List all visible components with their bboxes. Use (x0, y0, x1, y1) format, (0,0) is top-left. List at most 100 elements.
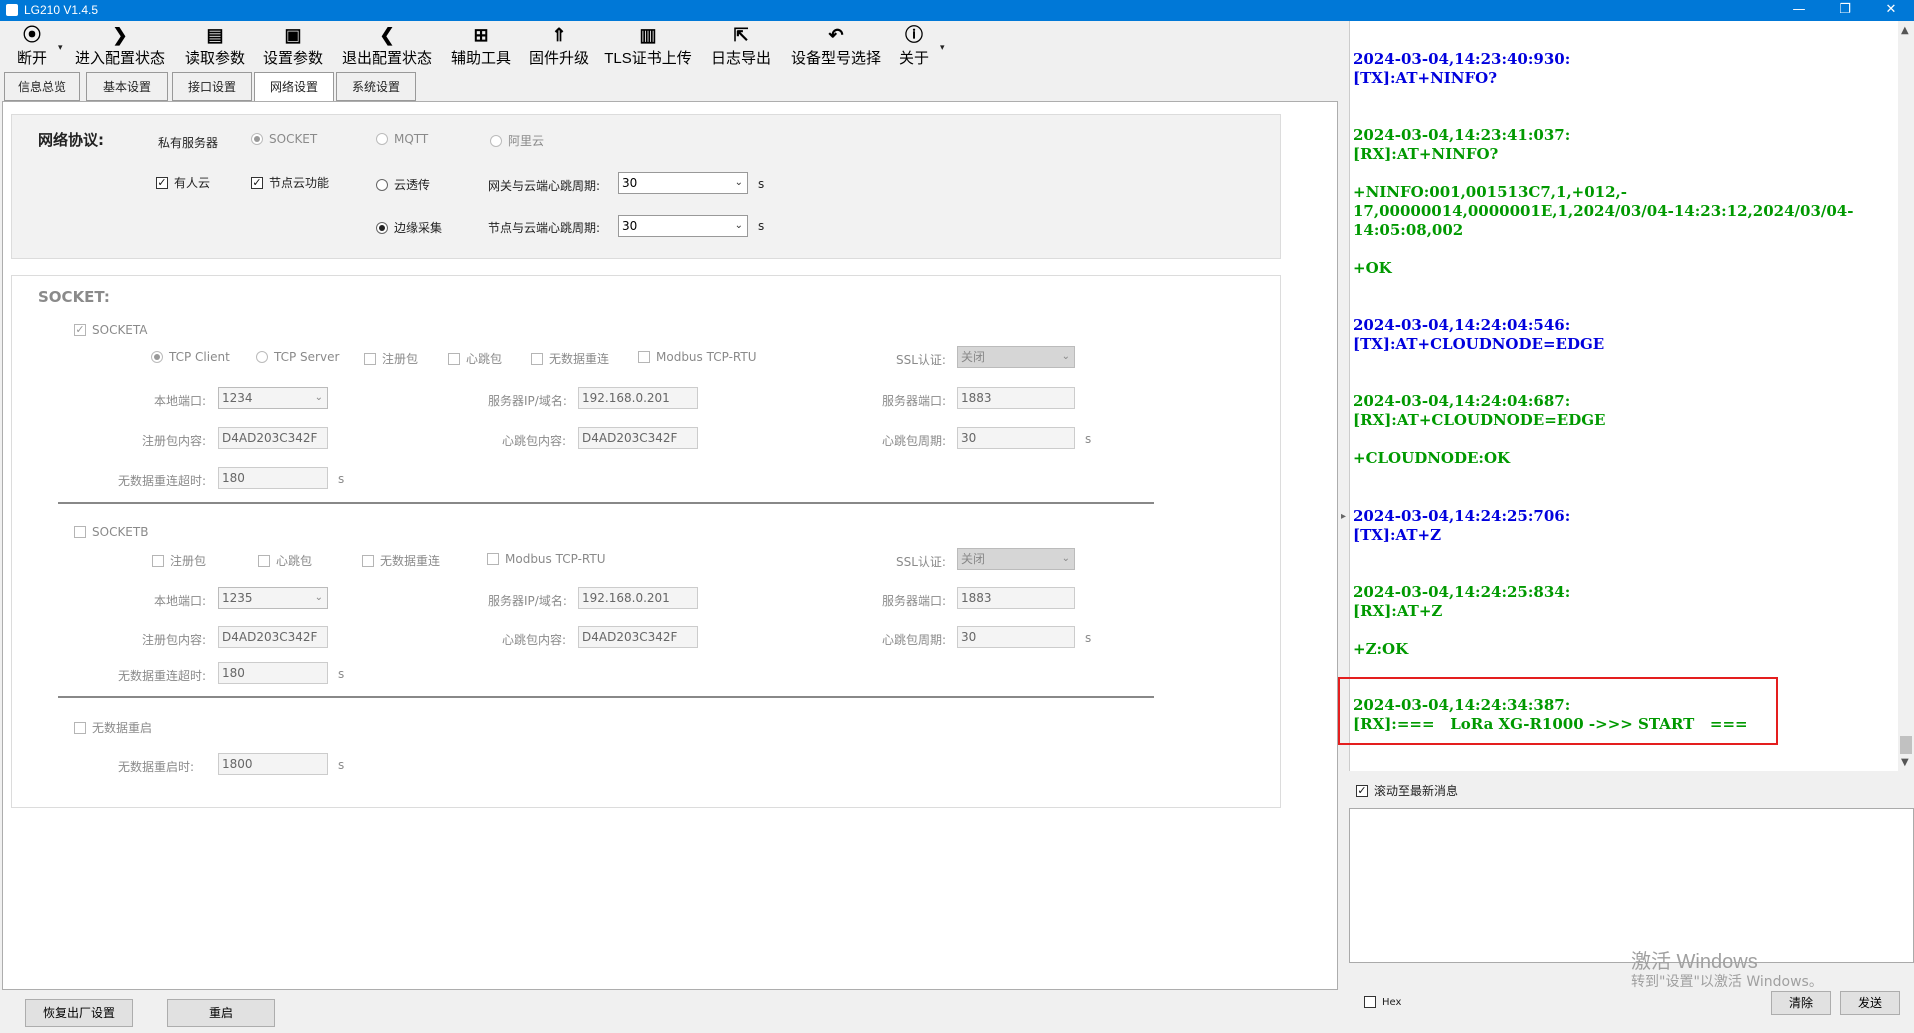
socketb-reconnect-checkbox[interactable]: 无数据重连 (362, 552, 440, 569)
tab-system[interactable]: 系统设置 (336, 72, 416, 101)
scroll-latest-checkbox[interactable]: ✓ 滚动至最新消息 (1356, 782, 1458, 799)
undo-arrow-icon: ↶ (828, 25, 844, 45)
socketb-register-content-input[interactable]: D4AD203C342F (218, 626, 328, 648)
tab-overview[interactable]: 信息总览 (4, 72, 80, 101)
firmware-upgrade-button[interactable]: ⇑ 固件升级 (525, 23, 593, 67)
socketb-reconnect-timeout-input[interactable]: 180 (218, 662, 328, 684)
about-button[interactable]: ⓘ 关于 (896, 23, 932, 67)
enter-config-label: 进入配置状态 (74, 50, 165, 67)
socketa-reconnect-checkbox[interactable]: 无数据重连 (531, 350, 609, 367)
unit-s: s (758, 219, 765, 233)
about-dropdown-icon[interactable]: ▾ (940, 43, 945, 53)
socketa-heartbeat-period-label: 心跳包周期: (882, 434, 947, 448)
youren-cloud-checkbox[interactable]: ✓ 有人云 (156, 174, 210, 191)
exit-config-button[interactable]: ❮ 退出配置状态 (337, 23, 437, 67)
log-entry: 2024-03-04,14:24:25:834: [RX]:AT+Z +Z:OK (1353, 583, 1571, 658)
app-icon (6, 4, 18, 16)
socketa-heartbeat-period-input[interactable]: 30 (957, 427, 1075, 449)
chevron-down-icon: ⌄ (734, 177, 743, 188)
socketa-server-port-label: 服务器端口: (882, 394, 947, 408)
gateway-heartbeat-select[interactable]: 30 ⌄ (618, 172, 748, 194)
socketa-local-port-label: 本地端口: (154, 394, 207, 408)
splitter[interactable]: ▸ (1339, 21, 1349, 991)
socketa-local-port-select[interactable]: 1234 ⌄ (218, 387, 328, 409)
socketa-heartbeat-checkbox[interactable]: 心跳包 (448, 350, 502, 367)
node-cloud-checkbox[interactable]: ✓ 节点云功能 (251, 174, 329, 191)
hex-checkbox[interactable]: Hex (1364, 996, 1401, 1008)
socketb-heartbeat-content-input[interactable]: D4AD203C342F (578, 626, 698, 648)
tab-basic[interactable]: 基本设置 (86, 72, 168, 101)
socketb-heartbeat-period-input[interactable]: 30 (957, 626, 1075, 648)
set-params-button[interactable]: ▣ 设置参数 (259, 23, 327, 67)
splitter-arrow-icon: ▸ (1341, 511, 1347, 522)
socketa-register-content-input[interactable]: D4AD203C342F (218, 427, 328, 449)
upgrade-icon: ⇑ (551, 25, 567, 45)
minimize-button[interactable]: — (1776, 0, 1822, 21)
tcp-client-radio[interactable]: TCP Client (151, 350, 230, 364)
tab-network[interactable]: 网络设置 (254, 72, 334, 103)
restart-timeout-input[interactable]: 1800 (218, 753, 328, 775)
chevron-down-icon: ⌄ (1061, 351, 1070, 362)
socketa-server-ip-input[interactable]: 192.168.0.201 (578, 387, 698, 409)
restart-button[interactable]: 重启 (167, 999, 275, 1027)
socketb-ssl-select[interactable]: 关闭 ⌄ (957, 548, 1075, 570)
clear-button[interactable]: 清除 (1771, 991, 1831, 1015)
window-title-text: LG210 V1.4.5 (24, 3, 99, 17)
socketb-heartbeat-checkbox[interactable]: 心跳包 (258, 552, 312, 569)
log-scrollbar[interactable]: ▲ ▼ (1898, 21, 1914, 771)
network-settings-panel: 网络协议: 私有服务器 SOCKET MQTT 阿里云 ✓ 有人云 ✓ 节点云功能 … (2, 101, 1338, 990)
window-title: LG210 V1.4.5 (6, 3, 98, 17)
chevron-down-icon: ⌄ (1061, 553, 1070, 564)
socketb-server-port-input[interactable]: 1883 (957, 587, 1075, 609)
tls-upload-button[interactable]: ▥ TLS证书上传 (602, 23, 694, 67)
unit-s: s (338, 472, 345, 486)
edge-collect-radio[interactable]: 边缘采集 (376, 219, 442, 236)
log-view[interactable]: 2024-03-04,14:23:40:930: [TX]:AT+NINFO? … (1349, 21, 1914, 771)
aux-tools-button[interactable]: ⊞ 辅助工具 (447, 23, 515, 67)
socket-radio[interactable]: SOCKET (251, 132, 317, 146)
disconnect-button[interactable]: ⦿ 断开 (14, 23, 50, 67)
socketb-checkbox[interactable]: SOCKETB (74, 525, 148, 539)
log-entry: 2024-03-04,14:23:40:930: [TX]:AT+NINFO? (1353, 50, 1571, 87)
aliyun-radio[interactable]: 阿里云 (490, 132, 544, 149)
socketa-ssl-select[interactable]: 关闭 ⌄ (957, 346, 1075, 368)
device-model-button[interactable]: ↶ 设备型号选择 (786, 23, 886, 67)
tcp-server-radio[interactable]: TCP Server (256, 350, 339, 364)
save-icon: ▣ (284, 25, 302, 45)
read-params-button[interactable]: ▤ 读取参数 (181, 23, 249, 67)
close-button[interactable]: ✕ (1868, 0, 1914, 21)
socketa-reconnect-timeout-label: 无数据重连超时: (118, 474, 207, 488)
private-server-label: 私有服务器 (158, 136, 219, 150)
node-heartbeat-select[interactable]: 30 ⌄ (618, 215, 748, 237)
log-export-button[interactable]: ⇱ 日志导出 (707, 23, 775, 67)
scroll-thumb[interactable] (1900, 736, 1912, 754)
socketb-server-ip-input[interactable]: 192.168.0.201 (578, 587, 698, 609)
no-data-restart-checkbox[interactable]: 无数据重启 (74, 719, 152, 736)
node-heartbeat-label: 节点与云端心跳周期: (488, 221, 601, 235)
socketb-modbus-checkbox[interactable]: Modbus TCP-RTU (487, 552, 606, 566)
send-input[interactable] (1349, 808, 1914, 963)
socketa-server-port-input[interactable]: 1883 (957, 387, 1075, 409)
send-button[interactable]: 发送 (1840, 991, 1900, 1015)
read-params-label: 读取参数 (184, 50, 245, 67)
mqtt-radio[interactable]: MQTT (376, 132, 428, 146)
tab-interface[interactable]: 接口设置 (172, 72, 252, 101)
socketa-modbus-checkbox[interactable]: Modbus TCP-RTU (638, 350, 757, 364)
export-icon: ⇱ (733, 25, 749, 45)
scroll-up-icon: ▲ (1901, 25, 1909, 36)
factory-reset-button[interactable]: 恢复出厂设置 (25, 999, 133, 1027)
socketa-checkbox[interactable]: ✓ SOCKETA (74, 323, 148, 337)
socketa-server-ip-label: 服务器IP/域名: (488, 394, 567, 408)
socketb-local-port-select[interactable]: 1235 ⌄ (218, 587, 328, 609)
socketa-register-checkbox[interactable]: 注册包 (364, 350, 418, 367)
socketb-register-checkbox[interactable]: 注册包 (152, 552, 206, 569)
chevron-down-icon: ⌄ (314, 392, 323, 403)
enter-config-button[interactable]: ❯ 进入配置状态 (70, 23, 170, 67)
disconnect-dropdown-icon[interactable]: ▾ (58, 43, 63, 53)
maximize-button[interactable]: ❐ (1822, 0, 1868, 21)
cloud-transparent-radio[interactable]: 云透传 (376, 176, 430, 193)
socketa-reconnect-timeout-input[interactable]: 180 (218, 467, 328, 489)
socketa-heartbeat-content-input[interactable]: D4AD203C342F (578, 427, 698, 449)
device-model-label: 设备型号选择 (790, 50, 881, 67)
unit-s: s (758, 177, 765, 191)
